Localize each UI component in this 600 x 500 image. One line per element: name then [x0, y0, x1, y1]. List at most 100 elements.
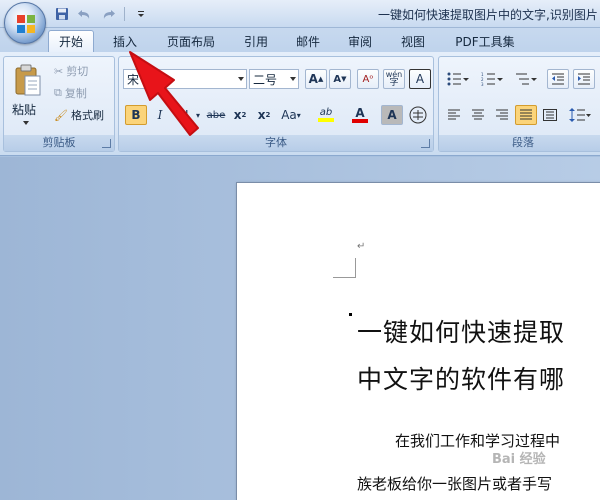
- paste-label: 粘贴: [12, 103, 37, 117]
- clear-formatting-button[interactable]: Aᵒ: [357, 69, 379, 89]
- undo-icon[interactable]: [75, 5, 95, 23]
- scissors-icon: ✂: [54, 64, 64, 78]
- change-case-button[interactable]: Aa ▾: [277, 105, 305, 125]
- font-name-value: 宋: [127, 72, 140, 87]
- qat-separator: [124, 7, 125, 21]
- align-center-icon: [472, 109, 484, 120]
- office-logo-icon: [17, 15, 35, 33]
- character-shading-button[interactable]: A: [381, 105, 403, 125]
- tab-references[interactable]: 引用: [236, 30, 276, 52]
- clear-formatting-icon: Aᵒ: [362, 73, 374, 85]
- phonetic-guide-button[interactable]: wén 字: [383, 69, 405, 89]
- distributed-icon: [543, 109, 557, 121]
- shrink-font-icon: A: [333, 73, 342, 85]
- character-border-button[interactable]: A: [409, 69, 431, 89]
- tab-view[interactable]: 视图: [393, 30, 433, 52]
- font-color-swatch: [352, 119, 368, 123]
- distributed-button[interactable]: [539, 105, 561, 125]
- superscript-button[interactable]: x2: [253, 105, 275, 125]
- multilevel-list-icon: [516, 73, 537, 85]
- bullets-button[interactable]: [443, 69, 473, 89]
- copy-button[interactable]: ⧉ 复制: [54, 85, 87, 101]
- tab-insert[interactable]: 插入: [104, 30, 146, 52]
- cut-button[interactable]: ✂ 剪切: [54, 63, 88, 79]
- increase-indent-icon: [578, 73, 590, 85]
- format-painter-button[interactable]: 🖌 格式刷: [54, 107, 104, 123]
- decrease-indent-button[interactable]: [547, 69, 569, 89]
- paste-button[interactable]: 粘贴: [10, 61, 46, 131]
- align-center-button[interactable]: [467, 105, 489, 125]
- document-title-line-1[interactable]: 一键如何快速提取: [357, 313, 565, 349]
- underline-button[interactable]: U: [173, 105, 195, 125]
- enclose-characters-icon: [409, 106, 427, 124]
- chevron-down-icon: [290, 77, 296, 81]
- italic-icon: I: [157, 108, 163, 122]
- tab-pdf-tools[interactable]: PDF工具集: [447, 30, 523, 52]
- paragraph-group: 123 段落: [438, 56, 600, 152]
- clipboard-launcher-icon[interactable]: [102, 139, 111, 148]
- paragraph-mark: ↵: [357, 241, 366, 252]
- redo-icon[interactable]: [98, 5, 118, 23]
- paste-dropdown-icon[interactable]: [23, 121, 29, 125]
- align-left-button[interactable]: [443, 105, 465, 125]
- highlight-button[interactable]: ab: [311, 105, 341, 125]
- tab-page-layout[interactable]: 页面布局: [160, 30, 222, 52]
- subscript-button[interactable]: x2: [229, 105, 251, 125]
- tab-home[interactable]: 开始: [48, 30, 94, 52]
- svg-text:3: 3: [481, 82, 484, 86]
- font-group-label: 字体: [119, 135, 433, 151]
- font-name-combo[interactable]: 宋: [123, 69, 247, 89]
- office-button[interactable]: [4, 2, 46, 44]
- paste-icon: [15, 64, 41, 96]
- character-shading-icon: A: [387, 108, 397, 122]
- bold-button[interactable]: B: [125, 105, 147, 125]
- change-case-icon: Aa: [281, 108, 297, 122]
- superscript-icon: x: [257, 108, 266, 122]
- shrink-font-button[interactable]: A ▼: [329, 69, 351, 89]
- format-painter-icon: 🖌: [54, 108, 68, 122]
- tab-mailings[interactable]: 邮件: [288, 30, 328, 52]
- highlighter-icon: ab: [319, 107, 333, 118]
- line-spacing-button[interactable]: [565, 105, 595, 125]
- tab-review[interactable]: 审阅: [340, 30, 380, 52]
- justify-button[interactable]: [515, 105, 537, 125]
- strikethrough-button[interactable]: abe: [205, 105, 227, 125]
- grow-font-icon: A: [308, 72, 318, 86]
- customize-icon[interactable]: [131, 5, 151, 23]
- document-title-line-2[interactable]: 中文字的软件有哪: [357, 360, 565, 396]
- highlight-color-swatch: [318, 118, 334, 122]
- align-left-icon: [448, 109, 460, 120]
- numbering-icon: 123: [481, 72, 503, 86]
- enclose-characters-button[interactable]: [407, 105, 429, 125]
- text-cursor: [349, 313, 352, 316]
- save-icon[interactable]: [52, 5, 72, 23]
- font-size-value: 二号: [253, 72, 278, 87]
- grow-font-button[interactable]: A ▲: [305, 69, 327, 89]
- align-right-button[interactable]: [491, 105, 513, 125]
- clipboard-group: 粘贴 ✂ 剪切 ⧉ 复制 🖌 格式刷 剪贴板: [3, 56, 115, 152]
- ribbon: 粘贴 ✂ 剪切 ⧉ 复制 🖌 格式刷 剪贴板 宋 二号 A ▲ A ▼ Aᵒ w…: [0, 52, 600, 156]
- chevron-down-icon: [238, 77, 244, 81]
- italic-button[interactable]: I: [149, 105, 171, 125]
- numbering-button[interactable]: 123: [477, 69, 507, 89]
- format-painter-label: 格式刷: [70, 109, 104, 122]
- title-bar: 一键如何快速提取图片中的文字,识别图片: [0, 0, 600, 28]
- multilevel-list-button[interactable]: [511, 69, 541, 89]
- window-title: 一键如何快速提取图片中的文字,识别图片: [378, 8, 598, 22]
- font-color-button[interactable]: A: [345, 105, 375, 125]
- underline-icon: U: [179, 108, 189, 122]
- bold-icon: B: [131, 108, 141, 122]
- font-color-icon: A: [355, 106, 365, 120]
- phonetic-guide-base: 字: [389, 78, 399, 88]
- paragraph-group-label: 段落: [439, 135, 600, 151]
- margin-corner-mark: [333, 258, 356, 278]
- align-right-icon: [496, 109, 508, 120]
- font-launcher-icon[interactable]: [421, 139, 430, 148]
- subscript-icon: x: [233, 108, 242, 122]
- document-body-line-2[interactable]: 族老板给你一张图片或者手写: [357, 473, 552, 494]
- increase-indent-button[interactable]: [573, 69, 595, 89]
- character-border-icon: A: [415, 72, 425, 86]
- ribbon-tabs: 开始 插入 页面布局 引用 邮件 审阅 视图 PDF工具集: [0, 28, 600, 52]
- underline-dropdown-icon[interactable]: ▾: [193, 105, 203, 125]
- font-size-combo[interactable]: 二号: [249, 69, 299, 89]
